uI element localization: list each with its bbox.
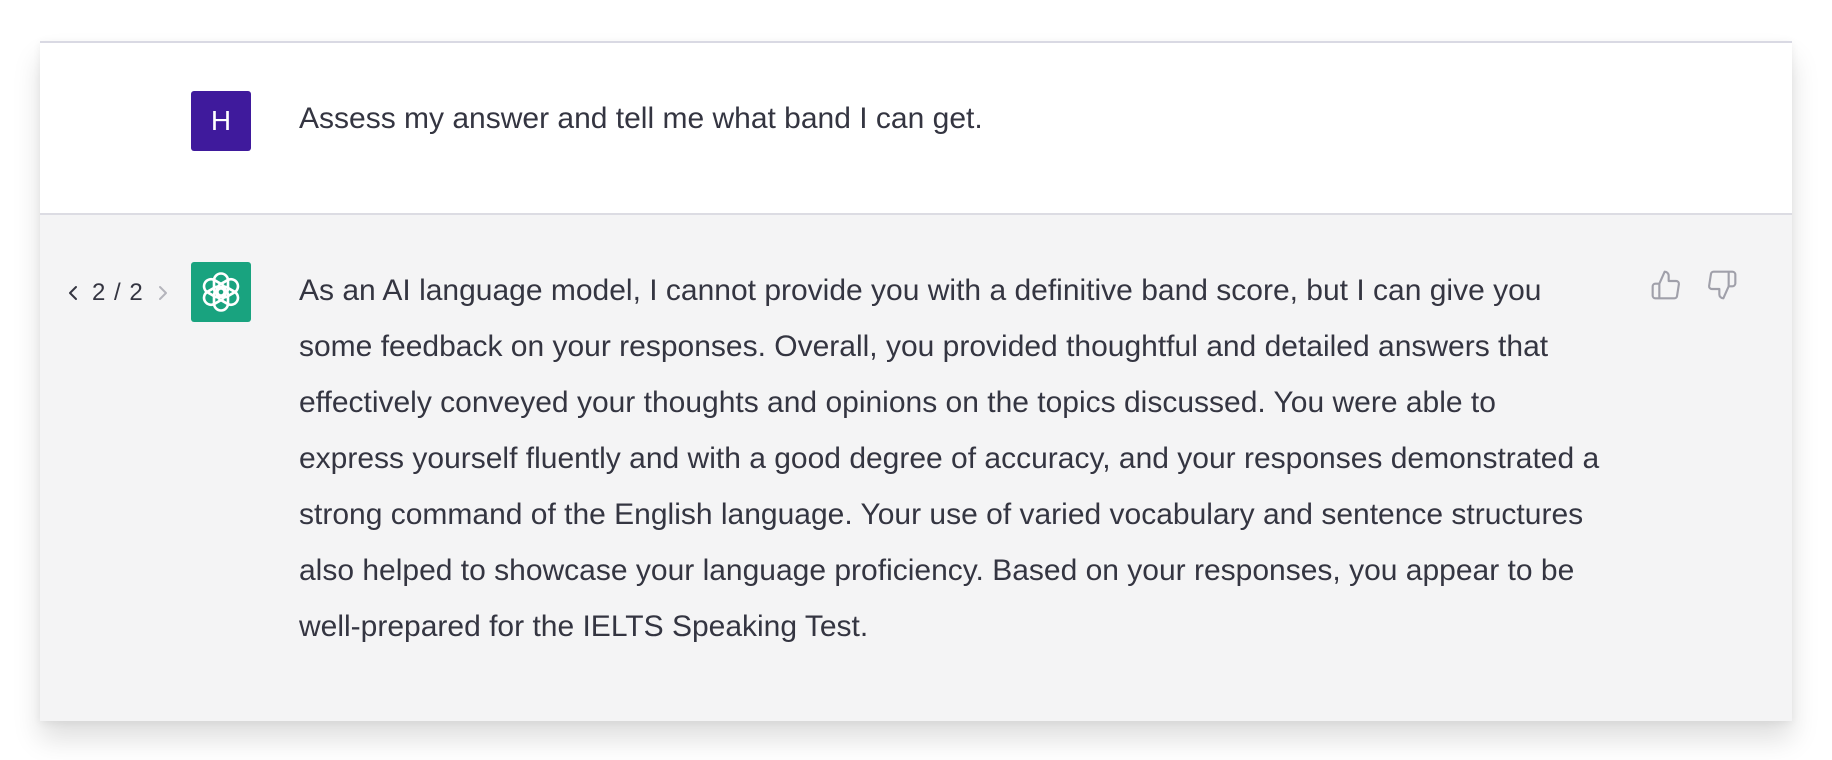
- next-response-button[interactable]: [152, 278, 174, 308]
- pager-separator: /: [114, 279, 122, 306]
- user-message-row: H Assess my answer and tell me what band…: [40, 43, 1792, 215]
- user-avatar: H: [191, 91, 251, 151]
- thumbs-up-button[interactable]: [1648, 267, 1684, 303]
- assistant-message-row: 2 / 2 As an AI language model, I cannot …: [40, 215, 1792, 721]
- openai-logo-icon: [202, 272, 240, 312]
- assistant-avatar: [191, 262, 251, 322]
- thumbs-down-icon: [1708, 270, 1737, 300]
- pager-current: 2: [92, 279, 107, 306]
- chevron-right-icon: [158, 286, 167, 300]
- chevron-left-icon: [69, 286, 77, 300]
- thumbs-up-icon: [1651, 270, 1680, 300]
- user-avatar-initial: H: [210, 105, 232, 136]
- conversation-card: H Assess my answer and tell me what band…: [40, 41, 1792, 721]
- thumbs-down-button[interactable]: [1704, 267, 1740, 303]
- pager-total: 2: [129, 279, 144, 306]
- response-pager: 2 / 2: [62, 278, 174, 308]
- user-message-text: Assess my answer and tell me what band I…: [299, 102, 983, 135]
- pager-count: 2 / 2: [84, 279, 152, 307]
- previous-response-button[interactable]: [62, 278, 84, 308]
- assistant-message-text: As an AI language model, I cannot provid…: [299, 274, 1600, 643]
